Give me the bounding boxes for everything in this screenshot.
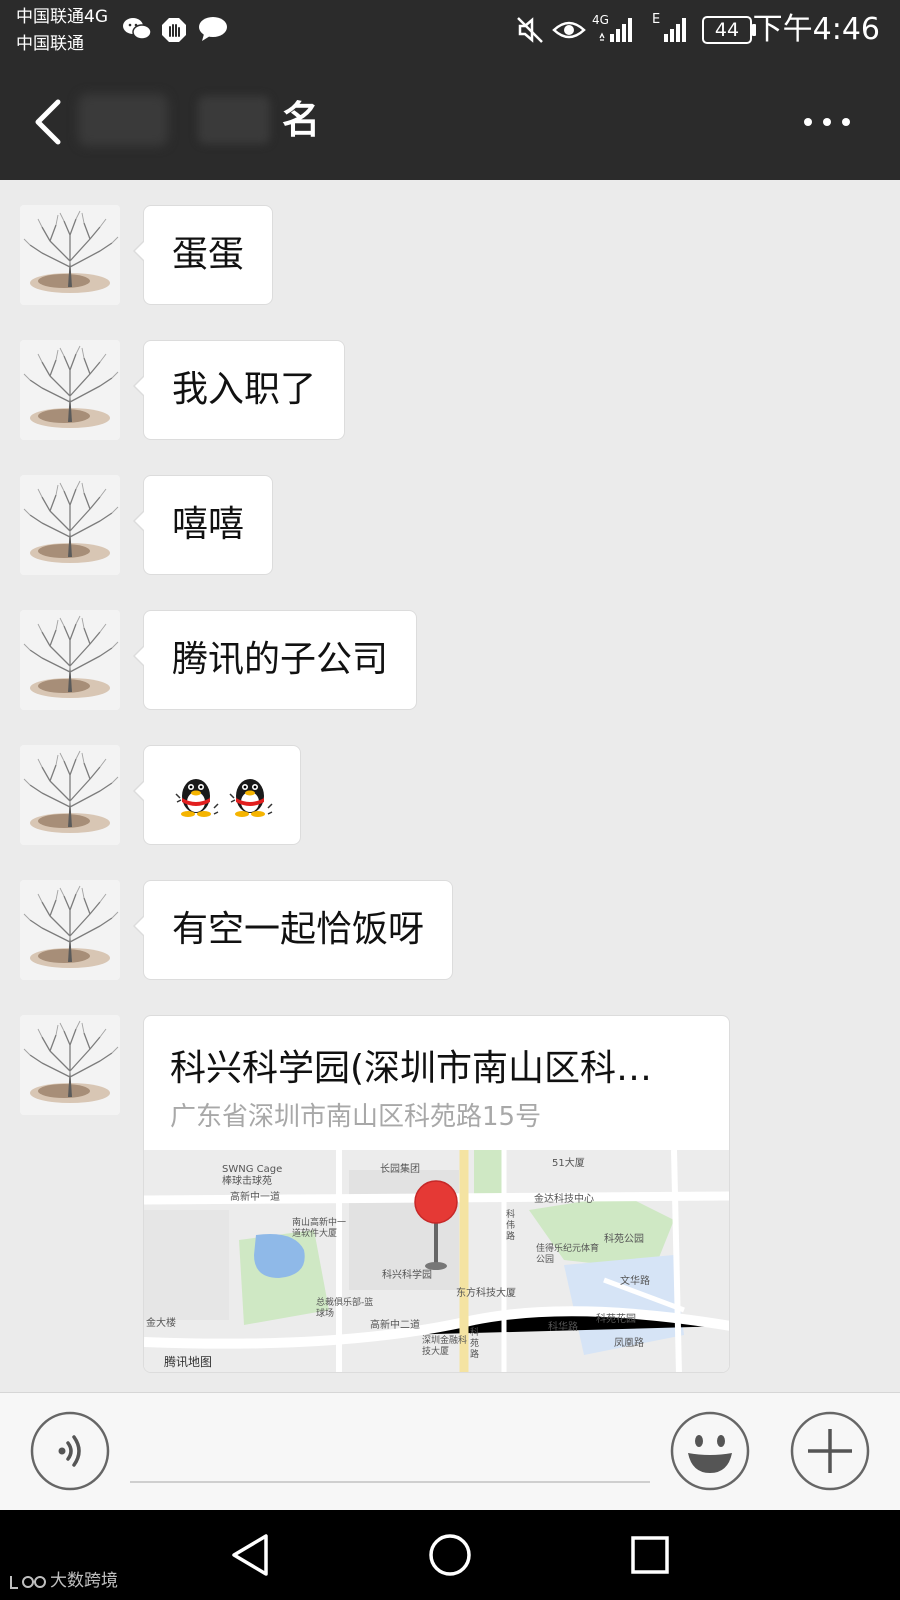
- more-button[interactable]: [802, 110, 852, 134]
- map-label: 科苑花园: [596, 1314, 636, 1325]
- voice-button[interactable]: [30, 1411, 110, 1491]
- sticker-bubble[interactable]: [133, 745, 301, 845]
- watermark: 大数跨境: [8, 1568, 128, 1596]
- penguin-emoji: [229, 778, 273, 818]
- map-label: SWNG Cage: [222, 1164, 283, 1175]
- map-label: 总裁俱乐部-篮球场: [316, 1298, 374, 1319]
- message-bubble[interactable]: 有空一起恰饭呀: [132, 880, 454, 980]
- map-label: 深圳金融科技大厦: [422, 1336, 468, 1357]
- more-dots-icon: [804, 118, 850, 126]
- status-bar: 中国联通4G 中国联通 4G E 44 下午4:46: [0, 0, 900, 62]
- map-label: 东方科技大厦: [456, 1288, 516, 1299]
- map-provider-logo: 腾讯地图: [164, 1355, 213, 1369]
- avatar[interactable]: [20, 205, 120, 305]
- message-bubble[interactable]: 腾讯的子公司: [132, 610, 418, 710]
- battery-icon: 44: [702, 16, 752, 44]
- map-label: 科苑公园: [604, 1234, 644, 1245]
- nav-back-button[interactable]: [226, 1530, 276, 1580]
- message-list[interactable]: 蛋蛋 我入职了 嘻嘻 腾讯的子公司 有空一起恰饭呀 科兴科学园(深圳市南山区科……: [0, 180, 900, 1392]
- map-label: 科苑路: [470, 1328, 480, 1360]
- avatar[interactable]: [20, 340, 120, 440]
- map-label: 科兴科学园: [382, 1270, 432, 1281]
- nav-home-button[interactable]: [425, 1530, 475, 1580]
- nav-home-icon: [429, 1534, 471, 1576]
- clock: 下午4:46: [752, 12, 880, 47]
- plus-button[interactable]: [790, 1411, 870, 1491]
- chat-header: 名: [0, 62, 900, 180]
- watermark-logo: [10, 1576, 46, 1589]
- carrier-primary: 中国联通4G: [16, 7, 108, 27]
- redacted-name-part: [78, 94, 168, 146]
- map-label: 高新中二道: [370, 1320, 420, 1331]
- hand-icon: [162, 18, 186, 42]
- back-button[interactable]: [28, 92, 68, 152]
- voice-icon: [58, 1435, 81, 1467]
- map-label: 南山高新中一道软件大厦: [292, 1218, 347, 1239]
- emoji-icon: [688, 1435, 732, 1473]
- chat-title: 名: [282, 98, 321, 142]
- nav-back-icon: [232, 1534, 268, 1576]
- map-label: 凤凰路: [614, 1338, 644, 1349]
- signal-icon: [599, 18, 632, 42]
- map-label: 金大楼: [146, 1318, 176, 1329]
- eye-icon: [552, 21, 586, 39]
- penguin-emoji: [175, 778, 219, 818]
- wechat-icon: [123, 18, 152, 40]
- map-label: 高新中一道: [230, 1192, 280, 1203]
- avatar[interactable]: [20, 1015, 120, 1115]
- avatar[interactable]: [20, 475, 120, 575]
- emoji-button[interactable]: [670, 1411, 750, 1491]
- map-label: 金达科技中心: [534, 1194, 594, 1205]
- map-label: 51大厦: [552, 1158, 585, 1169]
- map-label: 科华路: [548, 1322, 578, 1333]
- message-input[interactable]: [130, 1423, 650, 1483]
- input-bar: [0, 1392, 900, 1510]
- location-card[interactable]: 科兴科学园(深圳市南山区科… 广东省深圳市南山区科苑路15号 腾讯地图 SWNG…: [143, 1015, 730, 1373]
- map-label: 文华路: [620, 1276, 650, 1287]
- message-bubble[interactable]: 我入职了: [132, 340, 346, 440]
- mute-icon: [517, 17, 543, 43]
- map-label: 佳得乐纪元体育公园: [536, 1244, 600, 1265]
- message-icon: [199, 17, 227, 41]
- navigation-bar: 大数跨境: [0, 1510, 900, 1600]
- location-name: 科兴科学园(深圳市南山区科…: [170, 1048, 653, 1089]
- redacted-name-part: [198, 96, 270, 144]
- message-bubble[interactable]: 嘻嘻: [132, 475, 274, 575]
- avatar[interactable]: [20, 745, 120, 845]
- battery-level: 44: [714, 19, 740, 41]
- chevron-left-icon: [35, 99, 61, 145]
- avatar[interactable]: [20, 610, 120, 710]
- watermark-text: 大数跨境: [50, 1571, 118, 1591]
- map-label: 科伟路: [506, 1210, 516, 1242]
- plus-icon: [808, 1429, 852, 1473]
- message-bubble[interactable]: 蛋蛋: [132, 205, 274, 305]
- nav-recent-icon: [631, 1536, 669, 1574]
- carrier-secondary: 中国联通: [16, 34, 84, 54]
- avatar[interactable]: [20, 880, 120, 980]
- map-label: 长园集团: [380, 1164, 420, 1175]
- map-label: 棒球击球苑: [222, 1176, 272, 1187]
- location-address: 广东省深圳市南山区科苑路15号: [170, 1102, 542, 1132]
- nav-recent-button[interactable]: [625, 1530, 675, 1580]
- signal-icon: [664, 18, 686, 42]
